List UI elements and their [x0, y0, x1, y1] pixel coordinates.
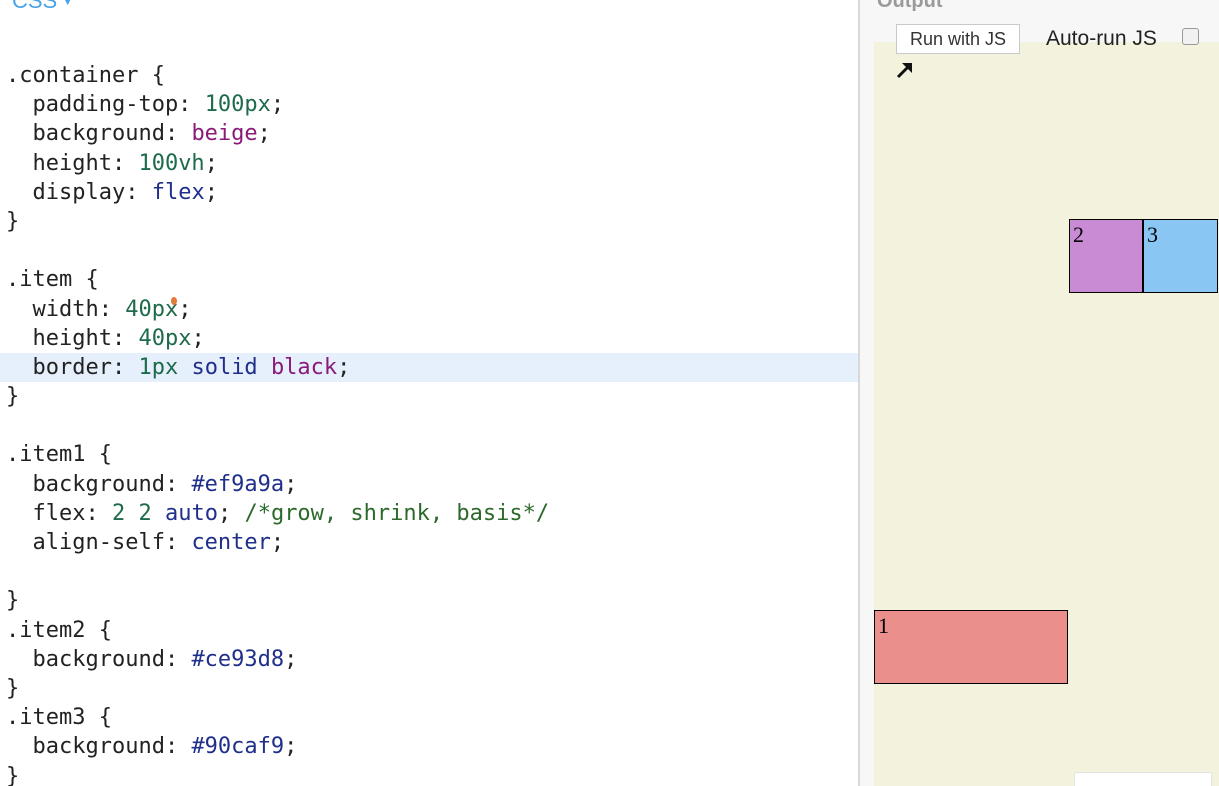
code-token: ;	[257, 121, 271, 147]
code-token: border:	[6, 354, 139, 380]
code-token: ;	[217, 500, 245, 526]
caret-down-icon: ▼	[61, 0, 75, 8]
code-token: ;	[270, 92, 285, 118]
code-token: #ce93d8	[191, 646, 285, 672]
code-token: ;	[204, 150, 218, 176]
item-label-1: 1	[878, 613, 889, 638]
code-token: align-self:	[6, 530, 192, 555]
code-token: ;	[204, 179, 218, 205]
code-area[interactable]: .container { padding-top: 100px; backgro…	[0, 61, 858, 786]
item-label-3: 3	[1147, 222, 1158, 247]
code-token: }	[6, 763, 20, 786]
code-token: 100px	[204, 92, 271, 118]
code-line[interactable]: align-self: center;	[0, 528, 858, 557]
code-token: .item3 {	[6, 705, 112, 731]
code-token: .item2 {	[6, 617, 112, 643]
preview-frame[interactable]: 1 2 3	[874, 42, 1219, 786]
code-line[interactable]: display: flex;	[0, 178, 858, 207]
code-token: black	[270, 354, 338, 380]
code-line[interactable]: .item {	[0, 265, 858, 294]
text-cursor-marker	[171, 296, 177, 305]
code-token: flex:	[6, 500, 112, 526]
code-token: background:	[6, 471, 192, 497]
code-token: flex	[151, 179, 205, 205]
language-label: CSS	[12, 0, 58, 13]
output-pane: Output 1 2 3 Run with JS Auto-run JS	[860, 0, 1219, 786]
code-token: solid	[191, 354, 258, 380]
code-line[interactable]: }	[0, 382, 858, 411]
code-token: #90caf9	[191, 734, 285, 760]
code-line[interactable]: .item2 {	[0, 616, 858, 645]
output-title: Output	[877, 0, 943, 12]
code-token: 1px	[138, 354, 179, 380]
code-token: 2 2	[111, 500, 152, 526]
mouse-pointer-icon	[896, 63, 912, 79]
code-line[interactable]: flex: 2 2 auto; /*grow, shrink, basis*/	[0, 499, 858, 528]
code-token: }	[6, 384, 20, 410]
code-line[interactable]	[0, 557, 858, 586]
code-token: }	[6, 675, 20, 701]
code-line[interactable]: .item1 {	[0, 440, 858, 469]
code-line[interactable]: background: beige;	[0, 119, 858, 148]
code-token: padding-top:	[6, 92, 205, 118]
code-line[interactable]: background: #90caf9;	[0, 732, 858, 761]
code-token: ;	[337, 354, 351, 380]
code-token: ;	[284, 471, 298, 497]
code-token: width:	[6, 296, 126, 322]
css-editor-pane[interactable]: CSS ▼ .container { padding-top: 100px; ba…	[0, 0, 858, 786]
code-token: }	[6, 208, 20, 234]
code-token: }	[6, 588, 20, 614]
code-token: beige	[191, 121, 258, 147]
code-line[interactable]: }	[0, 207, 858, 236]
bottom-panel-tab[interactable]	[1074, 772, 1212, 786]
code-line[interactable]: .item3 {	[0, 703, 858, 732]
code-token: ;	[270, 530, 285, 555]
code-token: .container {	[6, 63, 165, 88]
code-line[interactable]: width: 40px;	[0, 295, 858, 324]
code-token: ;	[178, 296, 192, 322]
code-token: ;	[191, 325, 205, 351]
code-token: 40px	[138, 325, 192, 351]
code-line[interactable]	[0, 236, 858, 265]
code-token: background:	[6, 734, 192, 760]
code-token: ;	[284, 646, 298, 672]
code-token: height:	[6, 325, 139, 351]
code-line[interactable]: border: 1px solid black;	[0, 352, 858, 383]
app-root: CSS ▼ .container { padding-top: 100px; ba…	[0, 0, 1219, 786]
item-label-2: 2	[1073, 222, 1084, 247]
code-token: background:	[6, 121, 192, 147]
flex-item-1: 1	[874, 610, 1068, 684]
code-token: auto	[164, 500, 218, 526]
code-token: .item {	[6, 267, 99, 293]
run-with-js-button[interactable]: Run with JS	[896, 24, 1020, 54]
flex-item-3: 3	[1143, 219, 1218, 293]
code-token: #ef9a9a	[191, 471, 285, 497]
code-token: display:	[6, 179, 152, 205]
code-token: background:	[6, 646, 192, 672]
code-line[interactable]: height: 100vh;	[0, 149, 858, 178]
language-dropdown[interactable]: CSS ▼	[12, 0, 74, 14]
autorun-label: Auto-run JS	[1046, 27, 1157, 50]
code-line[interactable]: background: #ef9a9a;	[0, 470, 858, 499]
code-line[interactable]: height: 40px;	[0, 324, 858, 353]
code-token: height:	[6, 150, 139, 176]
code-line[interactable]: }	[0, 674, 858, 703]
code-token: 100vh	[138, 150, 205, 176]
code-token: ;	[284, 734, 298, 760]
code-token: .item1 {	[6, 442, 112, 468]
flex-item-2: 2	[1069, 219, 1143, 293]
code-line[interactable]: }	[0, 762, 858, 786]
code-token: center	[191, 530, 271, 555]
code-line[interactable]: }	[0, 586, 858, 615]
autorun-checkbox[interactable]	[1182, 28, 1199, 45]
code-line[interactable]: padding-top: 100px;	[0, 90, 858, 119]
code-token: /*grow, shrink, basis*/	[244, 500, 550, 526]
code-line[interactable]: background: #ce93d8;	[0, 645, 858, 674]
code-line[interactable]: .container {	[0, 61, 858, 90]
code-line[interactable]	[0, 411, 858, 440]
